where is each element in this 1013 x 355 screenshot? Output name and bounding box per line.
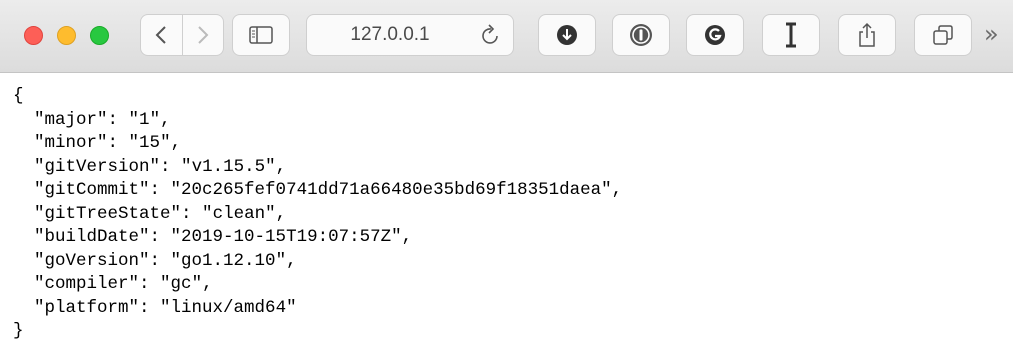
share-button[interactable] <box>838 14 896 56</box>
json-entry: "compiler": "gc", <box>13 274 213 294</box>
chevron-right-icon <box>198 26 209 44</box>
sidebar-icon <box>249 26 273 44</box>
share-icon <box>859 22 875 47</box>
json-content: { "major": "1", "minor": "15", "gitVersi… <box>0 73 1013 344</box>
json-entry: "gitTreeState": "clean", <box>13 203 287 224</box>
json-key: compiler <box>44 274 129 294</box>
grammarly-icon <box>705 25 725 45</box>
forward-button[interactable] <box>182 14 224 56</box>
grammarly-button[interactable] <box>686 14 744 56</box>
json-entry: "gitCommit": "20c265fef0741dd71a66480e35… <box>13 180 623 200</box>
json-key: minor <box>44 133 98 153</box>
json-entry: "goVersion": "go1.12.10", <box>13 250 297 271</box>
json-key: buildDate <box>44 227 140 247</box>
json-key: gitVersion <box>44 156 150 177</box>
json-value: gc <box>170 274 192 294</box>
password-manager-button[interactable] <box>612 14 670 56</box>
json-value: v1.15.5 <box>191 156 266 177</box>
instapaper-icon <box>786 22 796 48</box>
json-value: 15 <box>139 133 161 153</box>
back-button[interactable] <box>140 14 183 56</box>
json-entry: "gitVersion": "v1.15.5", <box>13 156 287 177</box>
json-value: 2019-10-15T19:07:57Z <box>181 227 392 247</box>
json-entry: "buildDate": "2019-10-15T19:07:57Z", <box>13 227 413 247</box>
tabs-overview-button[interactable] <box>914 14 972 56</box>
json-key: goVersion <box>44 250 140 271</box>
json-entry: "minor": "15", <box>13 133 182 153</box>
navigation-buttons <box>140 14 224 56</box>
address-bar[interactable]: 127.0.0.1 <box>306 14 514 56</box>
json-key: major <box>44 109 98 130</box>
json-value: 20c265fef0741dd71a66480e35bd69f18351daea <box>181 180 602 200</box>
reload-icon[interactable] <box>481 24 501 46</box>
json-value: go1.12.10 <box>181 250 276 271</box>
json-close-brace: } <box>13 321 24 341</box>
json-value: linux/amd64 <box>170 297 287 318</box>
minimize-window-icon[interactable] <box>57 26 76 45</box>
json-value: 1 <box>139 109 150 130</box>
json-key: platform <box>44 297 129 318</box>
download-icon <box>557 25 577 45</box>
password-manager-icon <box>630 24 652 46</box>
instapaper-button[interactable] <box>762 14 820 56</box>
tabs-overview-icon <box>933 25 953 45</box>
json-entry: "major": "1", <box>13 109 171 130</box>
download-button[interactable] <box>538 14 596 56</box>
more-toolbar-icon[interactable]: » <box>984 22 999 46</box>
close-window-icon[interactable] <box>24 26 43 45</box>
json-key: gitTreeState <box>44 203 171 224</box>
json-entry: "platform": "linux/amd64" <box>13 297 297 318</box>
chevron-left-icon <box>155 26 166 44</box>
address-text[interactable]: 127.0.0.1 <box>307 15 473 55</box>
json-open-brace: { <box>13 86 24 106</box>
sidebar-button[interactable] <box>232 14 290 56</box>
json-value: clean <box>212 203 266 224</box>
zoom-window-icon[interactable] <box>90 26 109 45</box>
json-key: gitCommit <box>44 180 140 200</box>
browser-toolbar: 127.0.0.1 » <box>0 0 1013 73</box>
